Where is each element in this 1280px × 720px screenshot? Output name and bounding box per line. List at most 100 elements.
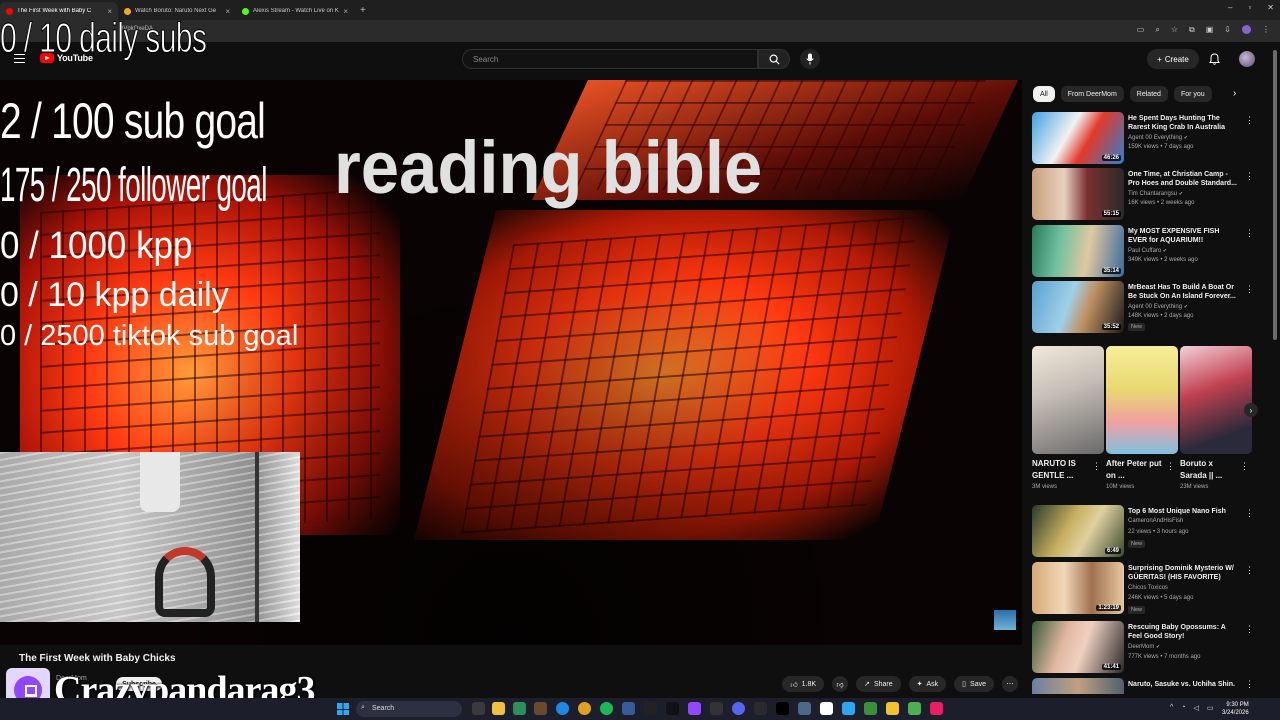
short-title[interactable]: After Peter put on ... xyxy=(1106,458,1166,482)
video-thumbnail[interactable]: 35:52 xyxy=(1032,281,1124,333)
rec-channel[interactable]: DeerMom ✔ xyxy=(1128,644,1160,650)
app-icon[interactable] xyxy=(842,702,855,715)
short-title[interactable]: NARUTO IS GENTLE ... xyxy=(1032,458,1092,482)
minimize-icon[interactable]: – xyxy=(1228,3,1232,12)
rec-channel[interactable]: Tim Chantarangsu ✔ xyxy=(1128,191,1183,197)
close-tab-icon[interactable]: × xyxy=(225,7,230,16)
recommended-video[interactable]: 41:41 Rescuing Baby Opossums: A Feel Goo… xyxy=(1032,621,1272,673)
volume-icon[interactable]: ◁ xyxy=(1194,704,1199,712)
zoom-icon[interactable]: ⌕ xyxy=(1155,25,1159,35)
short-item[interactable]: Boruto x Sarada || ... ⋮ 23M views xyxy=(1180,346,1252,490)
video-thumbnail[interactable]: 35:14 xyxy=(1032,225,1124,277)
video-thumbnail[interactable]: 41:41 xyxy=(1032,621,1124,673)
rec-channel[interactable]: Agent 00 Everything ✔ xyxy=(1128,135,1188,141)
video-thumbnail[interactable]: 46:26 xyxy=(1032,112,1124,164)
rec-channel[interactable]: CameronAndHisFish xyxy=(1128,518,1183,524)
chevron-right-icon[interactable]: › xyxy=(1233,88,1236,99)
rec-title[interactable]: Surprising Dominik Mysterio W/ GÜERITAS!… xyxy=(1128,564,1240,582)
more-options-icon[interactable]: ⋮ xyxy=(1245,508,1254,519)
dislike-button[interactable]: 👎︎ xyxy=(832,676,849,692)
spotify-icon[interactable] xyxy=(600,702,613,715)
page-scrollbar[interactable] xyxy=(1272,44,1278,694)
rec-title[interactable]: Top 6 Most Unique Nano Fish xyxy=(1128,507,1240,516)
extensions-icon[interactable]: ⧉ xyxy=(1189,25,1195,35)
tray-arrow-icon[interactable]: ^ xyxy=(1170,704,1173,712)
bookmark-star-icon[interactable]: ☆ xyxy=(1171,25,1178,35)
wifi-icon[interactable]: ◔ xyxy=(1181,704,1185,712)
rec-channel[interactable]: Paul Cuffaro ✔ xyxy=(1128,248,1167,254)
app-icon[interactable] xyxy=(754,702,767,715)
short-title[interactable]: Boruto x Sarada || ... xyxy=(1180,458,1240,482)
account-avatar[interactable] xyxy=(1239,51,1255,67)
search-button[interactable] xyxy=(758,49,790,69)
short-item[interactable]: After Peter put on ... ⋮ 10M views xyxy=(1106,346,1178,490)
app-icon[interactable] xyxy=(820,702,833,715)
profile-icon[interactable] xyxy=(1242,25,1251,34)
browser-tab-kick[interactable]: Alexis Stream - Watch Live on K × xyxy=(236,2,354,20)
edge-icon[interactable] xyxy=(556,702,569,715)
file-explorer-icon[interactable] xyxy=(492,702,505,715)
discord-icon[interactable] xyxy=(732,702,745,715)
app-icon[interactable] xyxy=(930,702,943,715)
new-tab-button[interactable]: + xyxy=(360,5,366,16)
close-tab-icon[interactable]: × xyxy=(343,7,348,16)
rec-title[interactable]: One Time, at Christian Camp - Pro Hoes a… xyxy=(1128,170,1240,188)
rec-title[interactable]: Rescuing Baby Opossums: A Feel Good Stor… xyxy=(1128,623,1240,641)
scrollbar-thumb[interactable] xyxy=(1273,50,1277,340)
chip-related[interactable]: Related xyxy=(1129,86,1168,102)
app-icon[interactable] xyxy=(534,702,547,715)
video-thumbnail[interactable]: 55:15 xyxy=(1032,168,1124,220)
recommended-video[interactable]: 1:23:19 Surprising Dominik Mysterio W/ G… xyxy=(1032,562,1272,614)
minecraft-icon[interactable] xyxy=(908,702,921,715)
shorts-next-button[interactable]: › xyxy=(1244,403,1258,417)
short-thumbnail[interactable] xyxy=(1180,346,1252,454)
taskbar-clock[interactable]: 9:30 PM 3/24/2026 xyxy=(1222,701,1249,717)
rec-channel[interactable]: Agent 00 Everything ✔ xyxy=(1128,304,1188,310)
more-options-icon[interactable]: ⋮ xyxy=(1092,461,1101,472)
ask-button[interactable]: ✦ Ask xyxy=(908,676,947,692)
rec-title[interactable]: My MOST EXPENSIVE FISH EVER for AQUARIUM… xyxy=(1128,227,1240,245)
more-options-icon[interactable]: ⋮ xyxy=(1245,115,1254,126)
save-button[interactable]: ▯ Save xyxy=(954,676,994,692)
more-options-icon[interactable]: ⋮ xyxy=(1245,624,1254,635)
rec-title[interactable]: Naruto, Sasuke vs. Uchiha Shin. xyxy=(1128,680,1240,689)
short-thumbnail[interactable] xyxy=(1106,346,1178,454)
recommended-video[interactable]: 55:15 One Time, at Christian Camp - Pro … xyxy=(1032,168,1272,220)
cast-icon[interactable]: ▭ xyxy=(1137,25,1145,35)
browser-menu-icon[interactable]: ⋮ xyxy=(1262,25,1270,35)
battery-icon[interactable]: ▭ xyxy=(1207,704,1214,712)
app-icon[interactable] xyxy=(622,702,635,715)
video-thumbnail[interactable]: 1:23:19 xyxy=(1032,562,1124,614)
more-options-icon[interactable]: ⋮ xyxy=(1240,461,1249,472)
chip-all[interactable]: All xyxy=(1033,86,1055,102)
chrome-icon[interactable] xyxy=(578,702,591,715)
short-thumbnail[interactable] xyxy=(1032,346,1104,454)
taskbar-search[interactable]: ⌕ Search xyxy=(356,701,462,717)
tiktok-icon[interactable] xyxy=(666,702,679,715)
app-icon[interactable] xyxy=(864,702,877,715)
short-item[interactable]: NARUTO IS GENTLE ... ⋮ 3M views xyxy=(1032,346,1104,490)
maximize-icon[interactable]: ▫ xyxy=(1248,3,1251,12)
app-icon[interactable] xyxy=(886,702,899,715)
share-button[interactable]: ↗ Share xyxy=(856,676,901,692)
more-options-icon[interactable]: ⋮ xyxy=(1245,284,1254,295)
rec-title[interactable]: MrBeast Has To Build A Boat Or Be Stuck … xyxy=(1128,283,1240,301)
like-button[interactable]: 👍︎ 1.8K xyxy=(782,676,825,692)
more-options-icon[interactable]: ⋮ xyxy=(1245,228,1254,239)
recommended-video[interactable]: 35:14 My MOST EXPENSIVE FISH EVER for AQ… xyxy=(1032,225,1272,277)
kick-icon[interactable] xyxy=(776,702,789,715)
twitch-icon[interactable] xyxy=(688,702,701,715)
voice-search-button[interactable] xyxy=(800,49,820,69)
more-options-icon[interactable]: ⋮ xyxy=(1245,171,1254,182)
more-actions-button[interactable]: ⋯ xyxy=(1002,676,1018,692)
app-icon[interactable] xyxy=(513,702,526,715)
video-thumbnail[interactable]: 6:49 xyxy=(1032,505,1124,557)
notifications-bell-icon[interactable] xyxy=(1209,53,1220,65)
chip-for-you[interactable]: For you xyxy=(1173,86,1212,102)
more-options-icon[interactable]: ⋮ xyxy=(1166,461,1175,472)
windows-start-icon[interactable] xyxy=(337,703,349,715)
recommended-video[interactable]: 35:52 MrBeast Has To Build A Boat Or Be … xyxy=(1032,281,1272,333)
sidebar-icon[interactable]: ▣ xyxy=(1206,25,1214,35)
recommended-video[interactable]: 46:26 He Spent Days Hunting The Rarest K… xyxy=(1032,112,1272,164)
app-icon[interactable] xyxy=(710,702,723,715)
